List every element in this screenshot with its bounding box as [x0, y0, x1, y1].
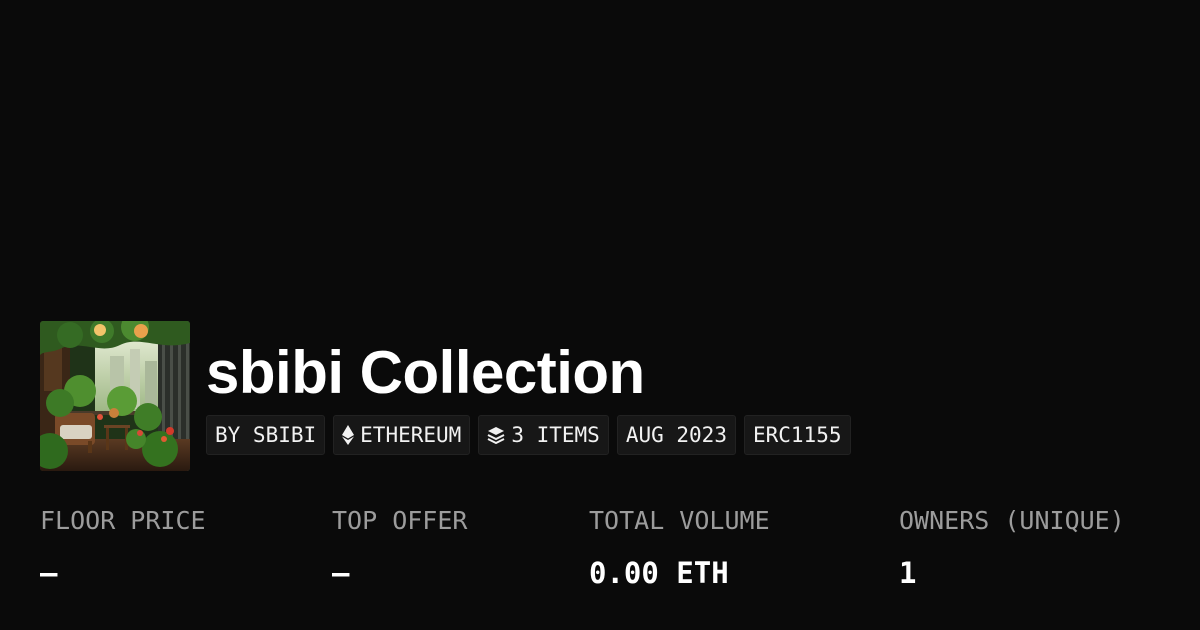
token-standard-tag: ERC1155 — [743, 415, 851, 455]
floor-price-stat: FLOOR PRICE – — [40, 505, 206, 591]
total-volume-stat: TOTAL VOLUME 0.00 ETH — [589, 505, 770, 591]
items-count-tag: 3 ITEMS — [478, 415, 609, 455]
total-volume-value: 0.00 ETH — [589, 556, 729, 590]
collection-thumbnail — [40, 321, 190, 471]
chain-tag-label: ETHEREUM — [360, 423, 462, 447]
owners-label: OWNERS (UNIQUE) — [899, 506, 1125, 535]
created-date-label: AUG 2023 — [625, 423, 727, 447]
total-volume-label: TOTAL VOLUME — [589, 506, 770, 535]
top-offer-label: TOP OFFER — [332, 506, 468, 535]
owners-stat: OWNERS (UNIQUE) 1 — [899, 505, 1125, 591]
collection-title: sbibi Collection — [206, 339, 645, 406]
balcony-garden-image — [40, 321, 190, 471]
top-offer-value: – — [332, 556, 350, 590]
top-offer-stat: TOP OFFER – — [332, 505, 467, 591]
creator-tag-label: BY SBIBI — [215, 423, 317, 447]
token-standard-label: ERC1155 — [752, 423, 842, 447]
created-date-tag: AUG 2023 — [616, 415, 736, 455]
ethereum-icon — [342, 425, 355, 445]
creator-tag[interactable]: BY SBIBI — [206, 415, 326, 455]
chain-tag[interactable]: ETHEREUM — [333, 415, 471, 455]
floor-price-value: – — [40, 556, 58, 590]
layers-icon — [487, 426, 505, 444]
collection-tags: BY SBIBI ETHEREUM 3 ITEMS AUG 2023 ERC11… — [206, 415, 851, 455]
floor-price-label: FLOOR PRICE — [40, 506, 206, 535]
owners-value: 1 — [899, 556, 917, 590]
items-count-label: 3 ITEMS — [511, 423, 600, 447]
